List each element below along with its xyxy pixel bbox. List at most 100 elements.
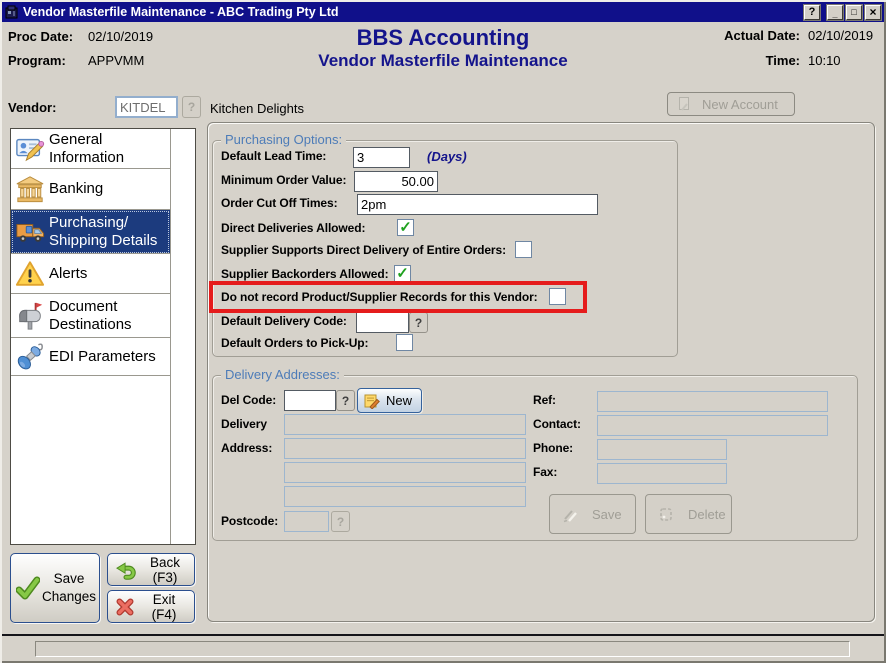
new-account-label: New Account: [702, 97, 778, 112]
truck-icon: [11, 217, 49, 247]
program-row: Program:APPVMM: [8, 52, 144, 70]
warning-icon: [11, 259, 49, 289]
proc-date-row: Proc Date:02/10/2019: [8, 28, 153, 46]
direct-deliveries-label: Direct Deliveries Allowed:: [221, 222, 365, 235]
supplier-direct-entire-label: Supplier Supports Direct Delivery of Ent…: [221, 244, 506, 257]
id-card-icon: [11, 134, 49, 164]
no-product-supplier-records-checkbox[interactable]: [549, 288, 566, 305]
help-button[interactable]: ?: [804, 5, 820, 20]
red-x-icon: [116, 598, 134, 616]
delivery-address-line-4: [284, 486, 526, 507]
actual-date-label: Actual Date:: [724, 28, 800, 43]
delivery-addresses-group: Delivery Addresses: Del Code: ? New Ref:…: [212, 375, 858, 541]
back-button[interactable]: Back (F3): [107, 553, 195, 586]
minimize-button[interactable]: _: [827, 5, 843, 20]
sidebar-item-label: Purchasing/ Shipping Details: [49, 214, 157, 249]
mailbox-icon: [11, 301, 49, 331]
status-bar: [35, 641, 850, 657]
delete-delivery-button: Delete: [645, 494, 732, 534]
contact-input: [597, 415, 828, 436]
close-button[interactable]: ×: [865, 5, 881, 20]
sidebar-item-label: Document Destinations: [49, 298, 132, 333]
sidebar-item-label: EDI Parameters: [49, 348, 156, 365]
app-icon: [5, 5, 20, 20]
phone-label: Phone:: [533, 442, 573, 455]
order-cut-off-times-input[interactable]: [357, 194, 598, 215]
minimum-order-value-label: Minimum Order Value:: [221, 174, 346, 187]
actual-date-value: 02/10/2019: [808, 28, 876, 43]
fax-label: Fax:: [533, 466, 557, 479]
default-delivery-code-input[interactable]: [356, 312, 409, 333]
supplier-backorders-checkbox[interactable]: ✓: [394, 265, 411, 282]
exit-button[interactable]: Exit (F4): [107, 590, 195, 623]
minimum-order-value-input[interactable]: [354, 171, 438, 192]
purchasing-options-group: Purchasing Options: Default Lead Time: (…: [212, 140, 678, 357]
sidebar-item-purchasing-shipping[interactable]: Purchasing/ Shipping Details: [11, 210, 170, 254]
delivery-address-line-1: [284, 414, 526, 435]
back-button-label: Back (F3): [144, 555, 186, 585]
purchasing-options-legend: Purchasing Options:: [221, 132, 346, 147]
new-note-icon: [364, 393, 380, 409]
date-time-block: Actual Date: 02/10/2019 Time: 10:10: [724, 28, 876, 68]
new-delivery-address-button[interactable]: New: [357, 388, 422, 413]
delivery-address-line-3: [284, 462, 526, 483]
sidebar-list: General Information Banking Purchasing/ …: [11, 129, 171, 544]
postcode-lookup-button: ?: [331, 511, 350, 532]
supplier-backorders-label: Supplier Backorders Allowed:: [221, 268, 388, 281]
fax-input: [597, 463, 727, 484]
no-product-supplier-records-label: Do not record Product/Supplier Records f…: [221, 291, 538, 304]
vendor-name: Kitchen Delights: [210, 101, 304, 116]
contact-label: Contact:: [533, 418, 581, 431]
default-orders-pickup-checkbox[interactable]: [396, 334, 413, 351]
plug-icon: [11, 342, 49, 372]
sidebar-item-document-destinations[interactable]: Document Destinations: [11, 294, 170, 338]
sidebar-item-label: Banking: [49, 180, 103, 197]
sidebar-item-banking[interactable]: Banking: [11, 169, 170, 210]
new-account-icon: [678, 96, 692, 112]
del-code-input[interactable]: [284, 390, 336, 411]
proc-date-value: 02/10/2019: [88, 29, 153, 44]
default-delivery-code-label: Default Delivery Code:: [221, 315, 347, 328]
sidebar-item-label: Alerts: [49, 265, 87, 282]
vendor-code-input[interactable]: [115, 96, 178, 118]
sidebar: General Information Banking Purchasing/ …: [10, 128, 196, 545]
default-delivery-code-lookup-button[interactable]: ?: [409, 312, 428, 333]
sidebar-item-edi-parameters[interactable]: EDI Parameters: [11, 338, 170, 376]
supplier-direct-entire-checkbox[interactable]: [515, 241, 532, 258]
back-arrow-icon: [116, 560, 136, 580]
delete-delivery-label: Delete: [688, 507, 726, 522]
time-value: 10:10: [808, 53, 876, 68]
sidebar-item-general-information[interactable]: General Information: [11, 129, 170, 169]
delivery-address-label-line1: Delivery: [221, 418, 267, 431]
del-code-label: Del Code:: [221, 394, 276, 407]
ref-label: Ref:: [533, 394, 556, 407]
window-title: Vendor Masterfile Maintenance - ABC Trad…: [23, 5, 801, 19]
delete-icon: [658, 505, 676, 523]
save-delivery-button: Save: [549, 494, 636, 534]
program-label: Program:: [8, 53, 88, 68]
order-cut-off-times-label: Order Cut Off Times:: [221, 197, 337, 210]
maximize-button[interactable]: □: [846, 5, 862, 20]
vendor-label: Vendor:: [8, 100, 56, 115]
save-changes-button[interactable]: Save Changes: [10, 553, 100, 623]
new-account-button: New Account: [667, 92, 795, 116]
default-lead-time-input[interactable]: [353, 147, 410, 168]
exit-button-label: Exit (F4): [142, 592, 186, 622]
direct-deliveries-checkbox[interactable]: ✓: [397, 219, 414, 236]
separator-line: [2, 634, 884, 636]
phone-input: [597, 439, 727, 460]
del-code-lookup-button[interactable]: ?: [336, 390, 355, 411]
time-label: Time:: [724, 53, 800, 68]
delivery-address-line-2: [284, 438, 526, 459]
bank-icon: [11, 174, 49, 204]
sidebar-item-alerts[interactable]: Alerts: [11, 254, 170, 294]
app-window: Vendor Masterfile Maintenance - ABC Trad…: [0, 0, 886, 663]
sidebar-item-label: General Information: [49, 131, 124, 166]
program-value: APPVMM: [88, 53, 144, 68]
days-note: (Days): [427, 149, 467, 164]
new-button-label: New: [386, 393, 412, 408]
postcode-input: [284, 511, 329, 532]
save-pen-icon: [562, 505, 580, 523]
proc-date-label: Proc Date:: [8, 29, 88, 44]
ref-input: [597, 391, 828, 412]
